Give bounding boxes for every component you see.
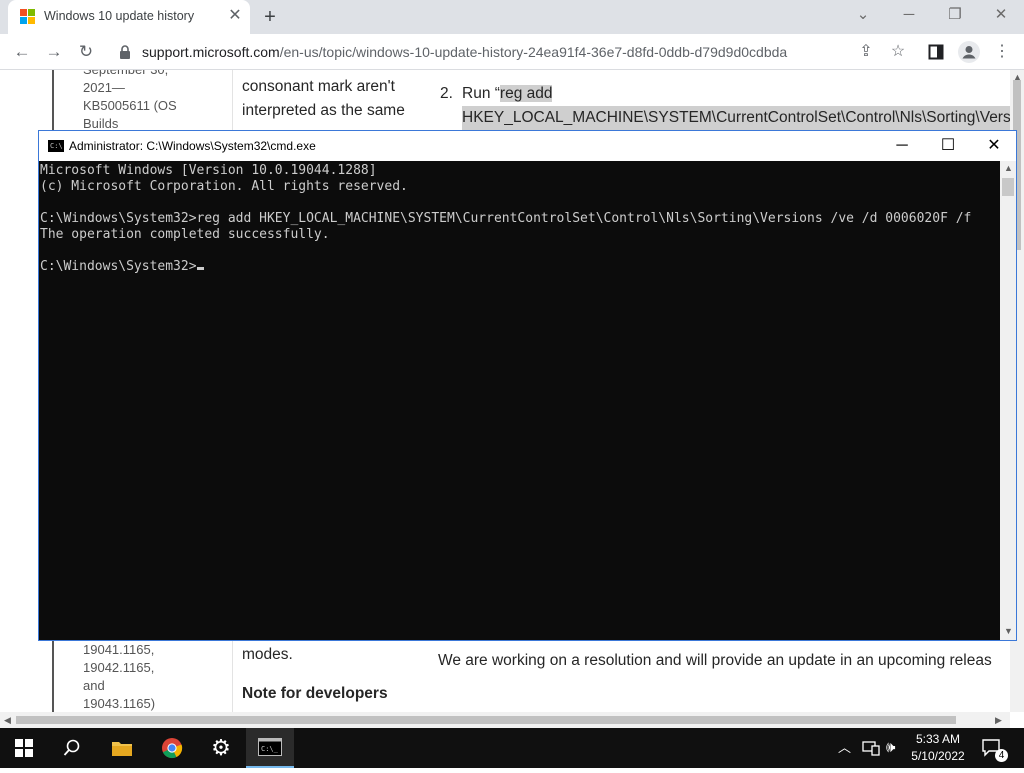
sidepanel-icon[interactable]: [928, 44, 944, 60]
settings-gear-icon[interactable]: ⚙: [197, 728, 245, 768]
clock-date: 5/10/2022: [911, 749, 965, 763]
tab-close-icon[interactable]: ✕: [226, 7, 244, 25]
step-run-text: Run “: [462, 85, 500, 102]
address-bar[interactable]: support.microsoft.com/en-us/topic/window…: [142, 44, 787, 60]
console-prompt: C:\Windows\System32>: [40, 259, 197, 274]
search-icon[interactable]: [48, 728, 96, 768]
tab-windows-update-history[interactable]: Windows 10 update history ✕: [8, 0, 250, 34]
issue-text-line: consonant mark aren't: [242, 78, 395, 95]
note-heading: Note for developers: [242, 685, 388, 702]
menu-icon[interactable]: ⋮: [990, 40, 1014, 64]
volume-icon[interactable]: 🕪: [886, 728, 895, 768]
kb-text-line: 19043.1165): [83, 696, 156, 711]
kb-text-line: 2021—: [83, 80, 125, 95]
forward-icon[interactable]: →: [42, 40, 66, 64]
cmd-icon: C:\: [48, 140, 64, 152]
kb-text-line: September 30,: [83, 70, 177, 79]
star-icon[interactable]: ☆: [886, 40, 910, 64]
step-command-highlight: reg add: [499, 85, 553, 102]
page-horizontal-scrollbar[interactable]: ◀ ▶: [0, 712, 1010, 728]
issue-description: consonant mark aren't interpreted as the…: [242, 75, 405, 123]
cmd-close-button[interactable]: ✕: [971, 131, 1017, 161]
kb-text-line: 19042.1165,: [83, 660, 155, 675]
issue-text-line: interpreted as the same: [242, 102, 405, 119]
cmd-maximize-button[interactable]: ☐: [925, 131, 971, 161]
network-icon[interactable]: [862, 740, 880, 756]
microsoft-logo-icon: [20, 9, 36, 25]
cmd-taskbar-icon[interactable]: C:\_: [246, 728, 294, 768]
step-text: Run “reg add: [462, 82, 553, 106]
url-host: support.microsoft.com: [142, 44, 280, 60]
restore-button[interactable]: ❐: [935, 2, 975, 30]
url-path: /en-us/topic/windows-10-update-history-2…: [279, 44, 788, 60]
console-line: C:\Windows\System32>reg add HKEY_LOCAL_M…: [40, 211, 972, 226]
share-icon[interactable]: ⇪: [854, 40, 878, 64]
minimize-button[interactable]: ─: [889, 2, 929, 30]
step-number: 2.: [440, 85, 453, 102]
kb-link-bottom[interactable]: 19041.1165, 19042.1165, and 19043.1165): [83, 641, 155, 712]
back-icon[interactable]: ←: [10, 40, 34, 64]
chevron-up-icon[interactable]: ︿: [838, 728, 851, 768]
close-window-button[interactable]: ✕: [981, 2, 1021, 30]
cmd-scroll-thumb[interactable]: [1002, 178, 1014, 196]
cmd-scroll-down-icon[interactable]: ▼: [1004, 626, 1013, 636]
step-command-line: HKEY_LOCAL_MACHINE\SYSTEM\CurrentControl…: [462, 106, 1010, 130]
cmd-minimize-button[interactable]: ─: [879, 131, 925, 161]
new-tab-button[interactable]: +: [258, 5, 282, 29]
cmd-titlebar[interactable]: C:\ Administrator: C:\Windows\System32\c…: [39, 131, 1016, 161]
cmd-window[interactable]: C:\ Administrator: C:\Windows\System32\c…: [38, 130, 1017, 641]
notification-icon[interactable]: 4: [982, 728, 1010, 768]
profile-icon[interactable]: [958, 41, 980, 63]
kb-link-top[interactable]: September 30, 2021— KB5005611 (OS Builds: [83, 70, 177, 133]
tab-strip: Windows 10 update history ✕ + ⌄ ─ ❐ ✕: [0, 0, 1024, 34]
clock[interactable]: 5:33 AM 5/10/2022: [906, 731, 970, 765]
issue-text-modes: modes.: [242, 646, 293, 663]
text-cursor: [196, 267, 204, 270]
scroll-thumb[interactable]: [16, 716, 956, 724]
notification-count-badge: 4: [995, 749, 1008, 762]
kb-text-line: 19041.1165,: [83, 642, 155, 657]
cmd-vertical-scrollbar[interactable]: ▲ ▼: [1000, 161, 1016, 640]
windows-logo-icon[interactable]: [0, 728, 48, 768]
resolution-text: We are working on a resolution and will …: [438, 652, 992, 669]
svg-text:C:\_: C:\_: [261, 745, 279, 753]
taskbar: ⚙ C:\_ ︿ 🕪 5:33 AM 5/10/2022 4: [0, 728, 1024, 768]
reload-icon[interactable]: ↻: [74, 40, 98, 64]
lock-icon[interactable]: [118, 44, 132, 60]
scroll-right-icon[interactable]: ▶: [995, 715, 1002, 726]
scroll-left-icon[interactable]: ◀: [4, 715, 11, 726]
tab-title: Windows 10 update history: [44, 9, 195, 23]
console-line: The operation completed successfully.: [40, 227, 330, 242]
console-output[interactable]: Microsoft Windows [Version 10.0.19044.12…: [39, 161, 1000, 640]
clock-time: 5:33 AM: [915, 732, 961, 746]
tab-search-icon[interactable]: ⌄: [843, 2, 883, 30]
cmd-scroll-up-icon[interactable]: ▲: [1004, 163, 1013, 173]
kb-text-line: KB5005611 (OS: [83, 98, 177, 113]
console-line: Microsoft Windows [Version 10.0.19044.12…: [40, 163, 377, 178]
cmd-title: Administrator: C:\Windows\System32\cmd.e…: [69, 139, 316, 153]
console-prompt-line[interactable]: C:\Windows\System32>: [40, 259, 1000, 275]
chrome-icon[interactable]: [148, 728, 196, 768]
browser-toolbar: ← → ↻ support.microsoft.com/en-us/topic/…: [0, 34, 1024, 70]
kb-text-line: and: [83, 678, 105, 693]
console-line: (c) Microsoft Corporation. All rights re…: [40, 179, 408, 194]
file-explorer-icon[interactable]: [98, 728, 146, 768]
